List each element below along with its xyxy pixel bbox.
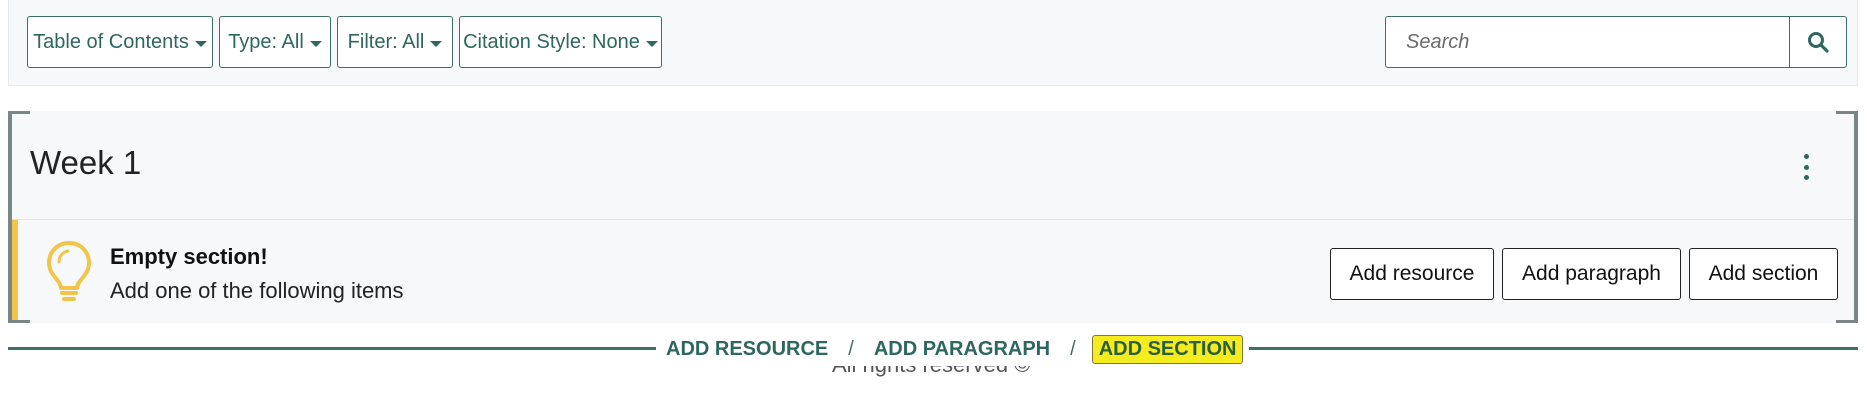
- chevron-down-icon: [194, 40, 207, 47]
- table-of-contents-label: Table of Contents: [33, 30, 189, 53]
- toolbar: Table of Contents Type: All Filter: All …: [8, 0, 1858, 86]
- type-filter-label: Type: All: [228, 30, 304, 53]
- chevron-down-icon: [430, 40, 443, 47]
- add-paragraph-link[interactable]: ADD PARAGRAPH: [870, 336, 1054, 363]
- add-resource-link[interactable]: ADD RESOURCE: [662, 336, 832, 363]
- citation-style-dropdown[interactable]: Citation Style: None: [459, 16, 662, 68]
- chevron-down-icon: [309, 40, 322, 47]
- add-item-links: ADD RESOURCE / ADD PARAGRAPH / ADD SECTI…: [656, 332, 1250, 366]
- citation-style-label: Citation Style: None: [463, 30, 640, 53]
- empty-section-title: Empty section!: [110, 244, 268, 269]
- empty-section-subtitle: Add one of the following items: [110, 278, 404, 303]
- search-icon: [1808, 32, 1829, 53]
- empty-section-notice: Empty section! Add one of the following …: [12, 220, 1854, 320]
- lightbulb-icon: [47, 241, 91, 301]
- add-resource-button[interactable]: Add resource: [1330, 248, 1494, 300]
- vertical-ellipsis-icon[interactable]: [1800, 154, 1812, 180]
- add-paragraph-button[interactable]: Add paragraph: [1502, 248, 1681, 300]
- search-box: [1385, 16, 1847, 68]
- search-input[interactable]: [1386, 17, 1789, 67]
- type-filter-dropdown[interactable]: Type: All: [219, 16, 331, 68]
- separator: /: [848, 337, 854, 360]
- search-button[interactable]: [1789, 17, 1846, 67]
- chevron-down-icon: [645, 40, 658, 47]
- section-title: Week 1: [30, 144, 142, 181]
- filter-label: Filter: All: [347, 30, 425, 53]
- section-card: Week 1 Empty section! Add one of the fol…: [8, 111, 1858, 323]
- filter-dropdown[interactable]: Filter: All: [337, 16, 453, 68]
- add-section-button[interactable]: Add section: [1689, 248, 1838, 300]
- separator: /: [1070, 337, 1076, 360]
- table-of-contents-dropdown[interactable]: Table of Contents: [27, 16, 213, 68]
- add-section-link[interactable]: ADD SECTION: [1091, 334, 1244, 364]
- section-header: Week 1: [12, 114, 1854, 220]
